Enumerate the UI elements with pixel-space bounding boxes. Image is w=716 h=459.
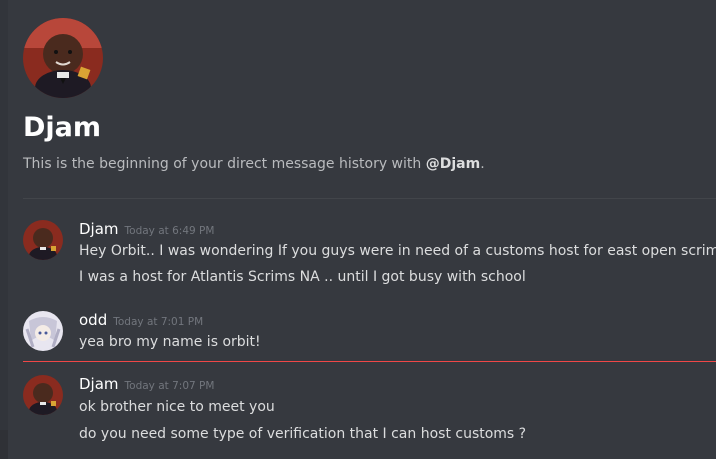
- new-messages-divider: [23, 361, 716, 362]
- message-username[interactable]: odd: [79, 311, 107, 329]
- dm-intro-text: This is the beginning of your direct mes…: [23, 154, 485, 174]
- sidebar-edge: [0, 0, 8, 459]
- user-avatar-image: [23, 220, 63, 260]
- message-text: do you need some type of verification th…: [79, 426, 527, 442]
- message-timestamp: Today at 6:49 PM: [124, 225, 215, 237]
- message-text: yea bro my name is orbit!: [79, 334, 261, 350]
- avatar-djam[interactable]: [23, 220, 63, 260]
- message-timestamp: Today at 7:07 PM: [124, 380, 215, 392]
- avatar-djam-large[interactable]: [23, 18, 103, 98]
- message-header: odd Today at 7:01 PM: [79, 310, 203, 332]
- message-text: I was a host for Atlantis Scrims NA .. u…: [79, 269, 526, 285]
- dm-user-name: Djam: [23, 112, 102, 143]
- message-timestamp: Today at 7:01 PM: [113, 316, 204, 328]
- message-header: Djam Today at 6:49 PM: [79, 219, 214, 241]
- user-avatar-image: [23, 311, 63, 351]
- user-avatar-image: [23, 375, 63, 415]
- message-username[interactable]: Djam: [79, 220, 119, 238]
- dm-intro-suffix: .: [480, 156, 485, 172]
- user-avatar-image: [23, 18, 103, 98]
- message-text: ok brother nice to meet you: [79, 399, 275, 415]
- avatar-djam[interactable]: [23, 375, 63, 415]
- message-username[interactable]: Djam: [79, 375, 119, 393]
- message-text: Hey Orbit.. I was wondering If you guys …: [79, 243, 716, 259]
- sidebar-edge-bottom: [0, 430, 8, 459]
- dm-intro-mention[interactable]: @Djam: [426, 156, 480, 172]
- dm-intro-prefix: This is the beginning of your direct mes…: [23, 156, 426, 172]
- history-divider: [23, 198, 716, 199]
- message-header: Djam Today at 7:07 PM: [79, 374, 214, 396]
- avatar-odd[interactable]: [23, 311, 63, 351]
